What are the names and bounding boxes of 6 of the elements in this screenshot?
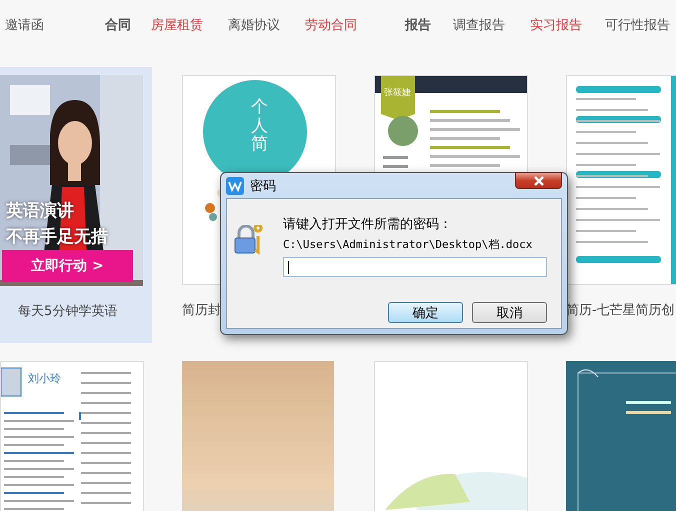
- resume-name: 刘小玲: [28, 371, 61, 386]
- resume-name: 张筱婕: [384, 86, 411, 99]
- cover-title: 个人简: [251, 98, 268, 154]
- file-path: C:\Users\Administrator\Desktop\档.docx: [283, 237, 534, 252]
- dialog-title: 密码: [250, 178, 276, 194]
- dialog-prompt: 请键入打开文件所需的密码：: [283, 216, 453, 233]
